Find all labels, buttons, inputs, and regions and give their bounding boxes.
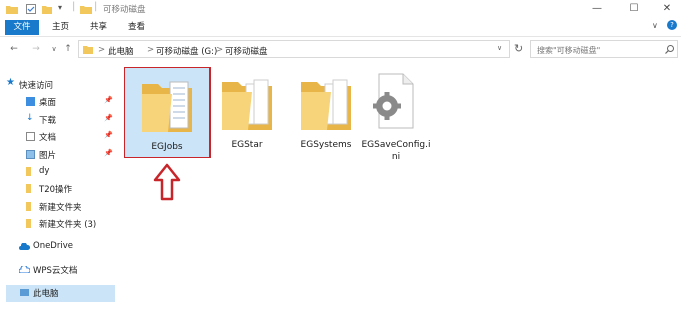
back-arrow-icon[interactable]: ← xyxy=(8,43,20,55)
sidebar-quick-access-label: 快速访问 xyxy=(19,81,54,91)
maximize-button[interactable]: ☐ xyxy=(622,0,646,18)
pin-icon[interactable]: 📌 xyxy=(104,131,113,139)
sidebar-item-documents[interactable]: 文档 📌 xyxy=(0,129,116,145)
folder-icon xyxy=(26,167,31,176)
sidebar-item-new-folder-3[interactable]: 新建文件夹 (3) xyxy=(0,216,116,232)
folder-egjobs[interactable]: EGJobs xyxy=(125,68,209,157)
sidebar-item-label: 图片 xyxy=(39,151,57,161)
window-title: 可移动磁盘 xyxy=(103,5,146,15)
folder-icon xyxy=(26,184,31,193)
new-folder-icon[interactable] xyxy=(42,4,52,14)
tab-file[interactable]: 文件 xyxy=(5,20,39,35)
desktop-icon xyxy=(26,97,35,106)
file-name: EGJobs xyxy=(151,142,183,152)
document-icon xyxy=(26,132,35,141)
folder-icon xyxy=(222,79,272,130)
help-icon[interactable]: ? xyxy=(667,20,677,30)
sidebar-onedrive[interactable]: OneDrive xyxy=(0,239,116,255)
toolbar-divider: | xyxy=(72,1,76,12)
sidebar-item-label: 桌面 xyxy=(39,98,57,108)
tab-share[interactable]: 共享 xyxy=(90,20,107,35)
up-arrow-icon[interactable]: ↑ xyxy=(62,43,74,55)
search-icon[interactable] xyxy=(665,45,674,54)
sidebar-item-downloads[interactable]: ↓ 下载 📌 xyxy=(0,112,116,128)
folder-icon xyxy=(301,79,351,130)
refresh-icon[interactable]: ↻ xyxy=(514,42,523,55)
breadcrumb-separator: > xyxy=(147,45,155,55)
file-egsaveconfig[interactable]: EGSaveConfig.ini xyxy=(354,66,438,162)
breadcrumb-current[interactable]: 可移动磁盘 xyxy=(225,45,268,57)
file-name: EGStar xyxy=(231,140,263,150)
sidebar-item-new-folder[interactable]: 新建文件夹 xyxy=(0,199,116,215)
folder-icon xyxy=(26,219,31,228)
sidebar-item-label: 新建文件夹 xyxy=(39,203,82,213)
download-icon: ↓ xyxy=(26,113,34,123)
ribbon-expand-icon[interactable]: ∨ xyxy=(652,21,658,30)
recent-locations-icon[interactable]: ∨ xyxy=(48,43,60,55)
address-dropdown-icon[interactable]: ∨ xyxy=(497,44,502,52)
sidebar-this-pc-label: 此电脑 xyxy=(33,289,59,299)
title-bar: ▾ | | 可移动磁盘 — ☐ ✕ xyxy=(0,0,681,18)
sidebar-item-pictures[interactable]: 图片 📌 xyxy=(0,147,116,163)
wps-cloud-icon xyxy=(19,266,30,273)
address-bar[interactable]: > 此电脑 > 可移动磁盘 (G:) > 可移动磁盘 ∨ xyxy=(78,40,510,58)
pin-icon[interactable]: 📌 xyxy=(104,96,113,104)
sidebar-onedrive-label: OneDrive xyxy=(33,241,73,251)
breadcrumb-drive[interactable]: 可移动磁盘 (G:) xyxy=(156,45,217,57)
tab-home[interactable]: 主页 xyxy=(52,20,69,35)
location-folder-icon xyxy=(83,46,93,54)
sidebar-item-label: 新建文件夹 (3) xyxy=(39,220,97,230)
sidebar-this-pc[interactable]: 此电脑 xyxy=(6,285,115,302)
sidebar-item-label: 下载 xyxy=(39,116,57,126)
sidebar-wps[interactable]: WPS云文档 xyxy=(0,262,116,278)
forward-arrow-icon[interactable]: → xyxy=(30,43,42,55)
sidebar-quick-access[interactable]: ★ 快速访问 xyxy=(0,77,116,93)
sidebar-item-label: dy xyxy=(39,166,50,176)
breadcrumb-separator: > xyxy=(98,45,106,55)
file-name: EGSaveConfig.ini xyxy=(361,140,431,162)
sidebar-item-dy[interactable]: dy xyxy=(0,164,116,180)
minimize-button[interactable]: — xyxy=(585,0,609,18)
customize-toolbar-icon[interactable]: ▾ xyxy=(58,3,62,12)
picture-icon xyxy=(26,150,35,159)
sidebar-wps-label: WPS云文档 xyxy=(33,266,78,276)
pin-icon[interactable]: 📌 xyxy=(104,114,113,122)
folder-egstar[interactable]: EGStar xyxy=(205,66,289,156)
cloud-icon xyxy=(19,243,30,250)
folder-icon xyxy=(26,202,31,211)
pin-icon[interactable]: 📌 xyxy=(104,149,113,157)
sidebar-item-label: T20操作 xyxy=(39,185,73,195)
breadcrumb-separator: > xyxy=(216,45,224,55)
star-icon: ★ xyxy=(6,77,15,88)
sidebar-item-t20[interactable]: T20操作 xyxy=(0,181,116,197)
config-file-icon xyxy=(373,73,414,129)
search-box[interactable]: 搜索"可移动磁盘" xyxy=(530,40,678,58)
computer-icon xyxy=(20,289,29,296)
sidebar-item-label: 文档 xyxy=(39,133,57,143)
properties-icon[interactable] xyxy=(26,4,36,14)
tab-view[interactable]: 查看 xyxy=(128,20,145,35)
title-divider: | xyxy=(94,1,98,12)
folder-icon xyxy=(142,81,192,132)
folder-icon xyxy=(6,6,18,14)
breadcrumb-this-pc[interactable]: 此电脑 xyxy=(108,45,134,57)
up-arrow-indicator-icon xyxy=(153,163,181,201)
sidebar-item-desktop[interactable]: 桌面 📌 xyxy=(0,94,116,110)
close-button[interactable]: ✕ xyxy=(655,0,679,18)
drive-icon xyxy=(80,6,92,14)
search-placeholder: 搜索"可移动磁盘" xyxy=(537,46,601,55)
